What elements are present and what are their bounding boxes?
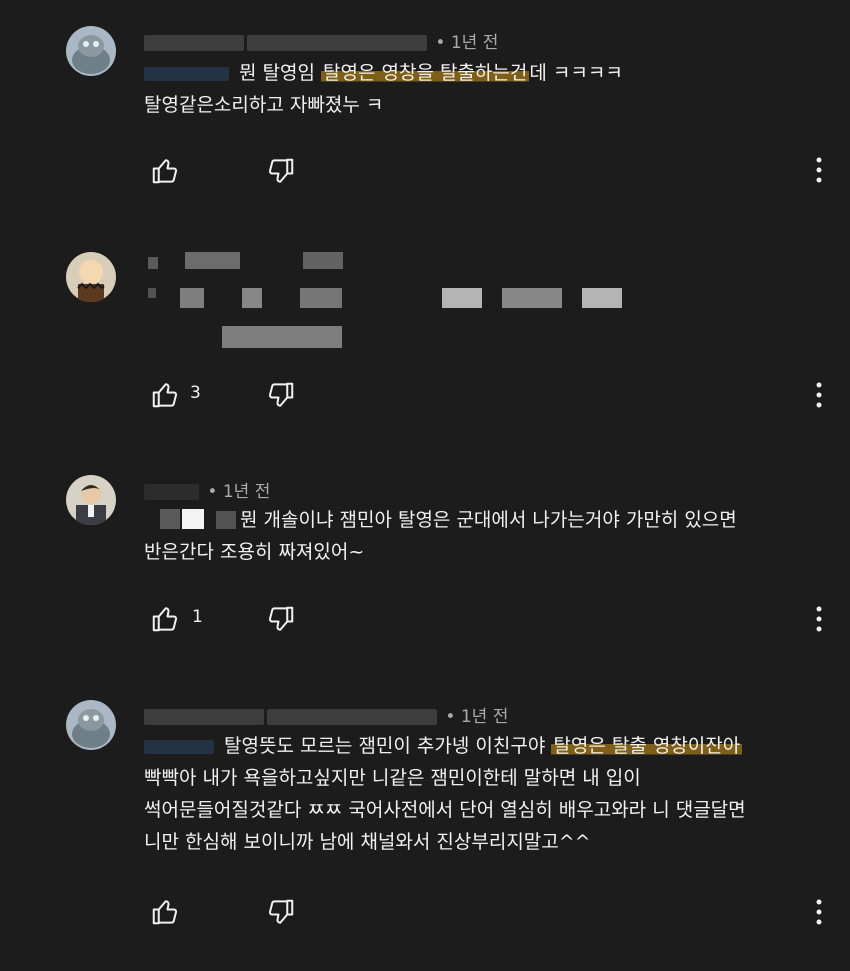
comment-header: • 1년 전 [144, 477, 271, 502]
redacted-username[interactable] [144, 709, 264, 725]
redacted-mention[interactable] [144, 739, 214, 754]
comment-actions: 3 [150, 380, 830, 410]
comment-time: • 1년 전 [445, 707, 509, 727]
dislike-icon[interactable] [266, 156, 296, 186]
dislike-icon[interactable] [266, 897, 296, 927]
comment-text: 뭔 탈영임 탈영은 영창을 탈출하는건 데 ㅋㅋㅋㅋ 탈영같은소리하고 자빠졌누 … [144, 62, 623, 116]
more-options-icon[interactable] [816, 157, 822, 183]
redacted-handle [247, 35, 427, 51]
redacted-mention[interactable] [144, 66, 229, 81]
comment-time: • 1년 전 [207, 482, 271, 502]
more-options-icon[interactable] [816, 606, 822, 632]
like-icon[interactable] [150, 156, 180, 186]
avatar-cat-icon[interactable] [66, 700, 116, 750]
avatar-cartoon-icon[interactable] [66, 252, 116, 302]
comment-text: 뭔 개솔이냐 잼민아 탈영은 군대에서 나가는거야 가만히 있으면 반은간다 조… [144, 509, 737, 563]
like-icon[interactable] [150, 897, 180, 927]
avatar-cat-icon[interactable] [66, 26, 116, 76]
comment-text: 탈영뜻도 모르는 잼민이 추가넹 이친구야 탈영은 탈출 영창이잔아 빡빡아 내… [144, 735, 746, 853]
like-count: 3 [190, 383, 201, 403]
comment-header: • 1년 전 [144, 702, 509, 727]
redacted-username[interactable] [144, 484, 199, 500]
dislike-icon[interactable] [266, 604, 296, 634]
like-count: 1 [192, 607, 203, 627]
avatar-person-icon[interactable] [66, 475, 116, 525]
comment-actions [150, 156, 830, 186]
highlighted-text: 탈영은 탈출 영창이잔아 [551, 735, 743, 757]
like-icon[interactable] [150, 380, 180, 410]
more-options-icon[interactable] [816, 899, 822, 925]
dislike-icon[interactable] [266, 380, 296, 410]
comment-actions [150, 897, 830, 927]
comment-actions: 1 [150, 604, 830, 634]
redacted-handle [267, 709, 437, 725]
highlighted-text: 탈영은 영창을 탈출하는건 [321, 62, 530, 84]
comment-time: • 1년 전 [435, 33, 499, 53]
more-options-icon[interactable] [816, 382, 822, 408]
like-icon[interactable] [150, 604, 180, 634]
redacted-username[interactable] [144, 35, 244, 51]
comment-header: • 1년 전 [144, 28, 499, 53]
